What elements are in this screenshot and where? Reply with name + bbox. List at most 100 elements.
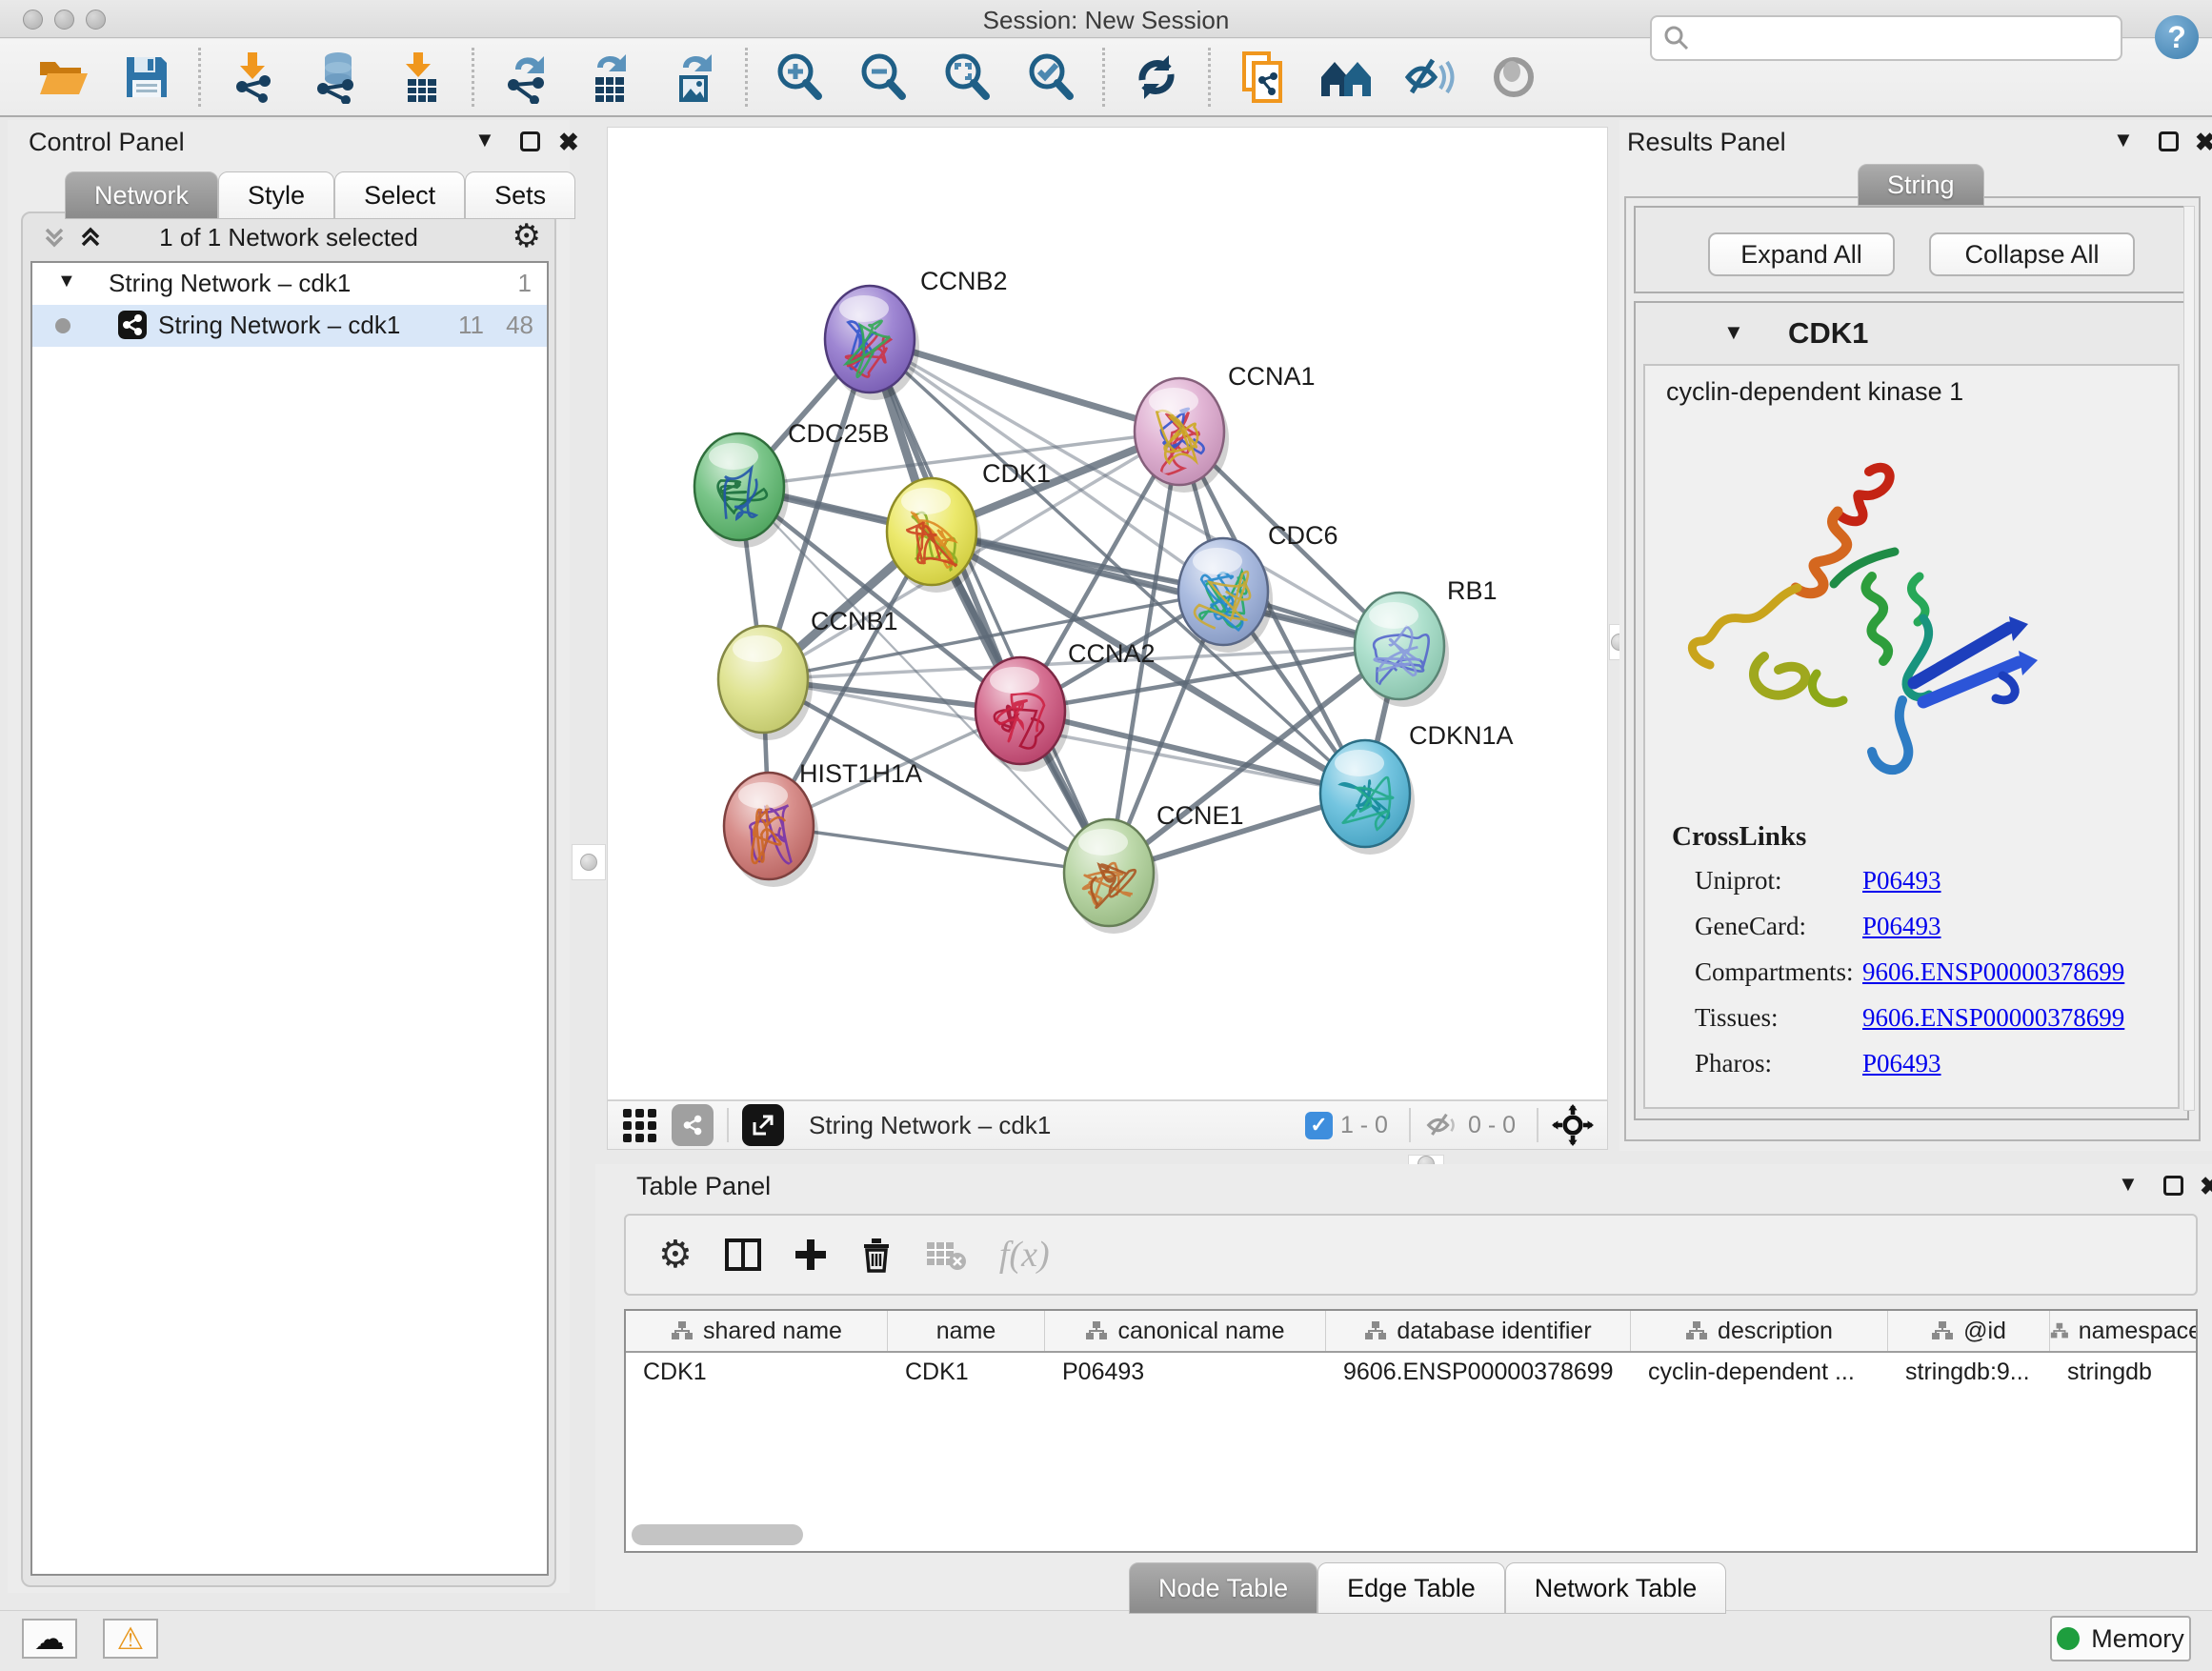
network-node-CDKN1A[interactable]: CDKN1A xyxy=(1320,721,1514,855)
collection-disclosure-icon[interactable]: ▼ xyxy=(57,271,76,292)
network-overview-button[interactable] xyxy=(672,1104,714,1146)
crosslink-uniprot-link[interactable]: P06493 xyxy=(1862,866,1941,896)
export-network-button[interactable] xyxy=(484,44,568,111)
crosslink-pharos-link[interactable]: P06493 xyxy=(1862,1049,1941,1078)
network-node-RB1[interactable]: RB1 xyxy=(1355,576,1498,707)
tab-string[interactable]: String xyxy=(1858,164,1984,206)
network-list-gear-icon[interactable]: ⚙ xyxy=(513,217,541,255)
column-header--id[interactable]: @id xyxy=(1888,1311,2050,1351)
node-result-title: CDK1 xyxy=(1788,316,1868,351)
network-node-HIST1H1A[interactable]: HIST1H1A xyxy=(724,759,922,887)
network-node-CCNE1[interactable]: CCNE1 xyxy=(1064,801,1244,934)
tab-select[interactable]: Select xyxy=(334,171,465,219)
network-edge-HIST1H1A-CCNE1[interactable] xyxy=(769,826,1109,873)
export-image-button[interactable] xyxy=(652,44,735,111)
panel-float-icon[interactable]: ▼ xyxy=(2113,128,2134,152)
panel-float-icon[interactable]: ▼ xyxy=(2118,1172,2139,1197)
network-node-CDC6[interactable]: CDC6 xyxy=(1178,521,1338,653)
panel-close-icon[interactable]: ✖ xyxy=(558,128,579,157)
table-cell[interactable]: P06493 xyxy=(1045,1353,1326,1391)
left-splitter-handle[interactable] xyxy=(572,844,606,880)
zoom-out-button[interactable] xyxy=(841,44,925,111)
network-canvas[interactable]: CCNB2CCNA1CDC25BCDK1CDC6RB1CCNB1CCNA2CDK… xyxy=(607,127,1608,1100)
zoom-fit-button[interactable] xyxy=(925,44,1009,111)
table-cell[interactable]: cyclin-dependent ... xyxy=(1631,1353,1888,1391)
clone-network-button[interactable] xyxy=(1220,44,1304,111)
column-header-shared-name[interactable]: shared name xyxy=(626,1311,888,1351)
delete-column-trash-icon[interactable] xyxy=(860,1237,893,1273)
zoom-in-button[interactable] xyxy=(757,44,841,111)
crosslink-tissues-link[interactable]: 9606.ENSP00000378699 xyxy=(1862,1003,2124,1033)
collection-name: String Network – cdk1 xyxy=(109,269,351,298)
table-cell[interactable]: stringdb:9... xyxy=(1888,1353,2050,1391)
network-row-selected[interactable]: String Network – cdk1 11 48 xyxy=(32,305,547,347)
grid-view-icon[interactable] xyxy=(623,1109,656,1142)
export-network-icon xyxy=(500,50,552,104)
tab-edge-table[interactable]: Edge Table xyxy=(1317,1562,1505,1614)
column-header-description[interactable]: description xyxy=(1631,1311,1888,1351)
cloud-icon[interactable]: ☁ xyxy=(22,1619,77,1659)
table-settings-gear-icon[interactable]: ⚙ xyxy=(658,1233,693,1277)
zoom-selected-button[interactable] xyxy=(1009,44,1093,111)
table-horizontal-scrollbar[interactable] xyxy=(632,1524,803,1545)
import-network-file-button[interactable] xyxy=(211,44,294,111)
column-header-canonical-name[interactable]: canonical name xyxy=(1045,1311,1326,1351)
column-header-label: namespace xyxy=(2079,1318,2198,1345)
node-table-data-row[interactable]: CDK1CDK1P064939606.ENSP00000378699cyclin… xyxy=(626,1353,2196,1391)
import-table-button[interactable] xyxy=(378,44,462,111)
panel-maximize-icon[interactable] xyxy=(2163,1176,2183,1196)
show-columns-icon[interactable] xyxy=(725,1238,761,1271)
search-input[interactable] xyxy=(1650,15,2122,61)
results-panel-header: Results Panel ▼ ✖ xyxy=(1619,120,2212,160)
open-session-button[interactable] xyxy=(21,44,105,111)
tab-network-table[interactable]: Network Table xyxy=(1505,1562,1727,1614)
crosslink-genecard-link[interactable]: P06493 xyxy=(1862,912,1941,941)
table-cell[interactable]: CDK1 xyxy=(888,1353,1045,1391)
save-session-button[interactable] xyxy=(105,44,189,111)
table-cell[interactable]: 9606.ENSP00000378699 xyxy=(1326,1353,1631,1391)
memory-button[interactable]: Memory xyxy=(2050,1616,2191,1661)
expand-all-button[interactable]: Expand All xyxy=(1708,232,1895,276)
open-in-window-button[interactable] xyxy=(742,1104,784,1146)
tab-sets[interactable]: Sets xyxy=(465,171,575,219)
node-table[interactable]: shared namenamecanonical namedatabase id… xyxy=(624,1309,2198,1553)
network-status-bar: String Network – cdk1 ✓ 1 - 0 0 - 0 xyxy=(607,1100,1608,1150)
add-column-icon[interactable] xyxy=(794,1238,828,1272)
column-header-namespace[interactable]: namespace xyxy=(2050,1311,2198,1351)
tab-network[interactable]: Network xyxy=(65,171,218,219)
tab-style[interactable]: Style xyxy=(218,171,334,219)
refresh-button[interactable] xyxy=(1115,44,1198,111)
import-network-database-button[interactable] xyxy=(294,44,378,111)
panel-maximize-icon[interactable] xyxy=(520,131,540,151)
network-edge-CCNB2-CCNE1[interactable] xyxy=(870,339,1109,873)
column-tree-icon xyxy=(671,1320,694,1341)
string-home-button[interactable] xyxy=(1304,44,1388,111)
panel-maximize-icon[interactable] xyxy=(2159,131,2179,151)
panel-close-icon[interactable]: ✖ xyxy=(2200,1172,2212,1201)
results-panel: Results Panel ▼ ✖ String Expand All Coll… xyxy=(1619,120,2212,1151)
control-panel-header: Control Panel ▼ ✖ xyxy=(8,120,570,160)
table-cell[interactable]: CDK1 xyxy=(626,1353,888,1391)
network-type-icon xyxy=(118,311,147,339)
tab-node-table[interactable]: Node Table xyxy=(1129,1562,1317,1614)
collapse-all-button[interactable]: Collapse All xyxy=(1929,232,2135,276)
panel-close-icon[interactable]: ✖ xyxy=(2195,128,2212,157)
results-scrollbar[interactable] xyxy=(2183,206,2195,1111)
export-table-button[interactable] xyxy=(568,44,652,111)
node-result-section: ▼ CDK1 cyclin-dependent kinase 1 xyxy=(1634,301,2189,1120)
help-button[interactable]: ? xyxy=(2155,15,2199,59)
column-header-database-identifier[interactable]: database identifier xyxy=(1326,1311,1631,1351)
crosslink-compartments-link[interactable]: 9606.ENSP00000378699 xyxy=(1862,957,2124,987)
table-cell[interactable]: stringdb xyxy=(2050,1353,2198,1391)
column-header-name[interactable]: name xyxy=(888,1311,1045,1351)
node-result-header[interactable]: ▼ CDK1 xyxy=(1636,303,2187,362)
warning-icon[interactable]: ⚠ xyxy=(103,1619,158,1659)
selected-checkbox-icon[interactable]: ✓ xyxy=(1305,1112,1333,1139)
presentation-mode-button[interactable] xyxy=(1472,44,1556,111)
network-graph[interactable]: CCNB2CCNA1CDC25BCDK1CDC6RB1CCNB1CCNA2CDK… xyxy=(608,128,1609,1101)
hide-graphics-button[interactable] xyxy=(1388,44,1472,111)
panel-float-icon[interactable]: ▼ xyxy=(474,128,495,152)
birdseye-crosshair-icon[interactable] xyxy=(1552,1104,1594,1146)
disclosure-triangle-icon[interactable]: ▼ xyxy=(1723,320,1744,345)
network-collection-row[interactable]: ▼ String Network – cdk1 1 xyxy=(32,263,547,305)
